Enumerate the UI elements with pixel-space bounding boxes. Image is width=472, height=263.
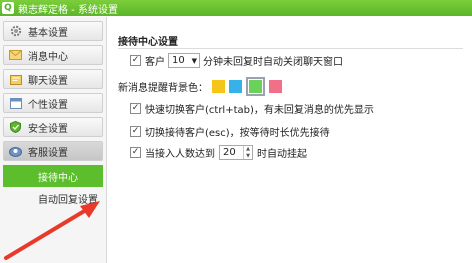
chat-folder-icon (9, 73, 22, 85)
sidebar-item-personalize[interactable]: 个性设置 (3, 93, 103, 113)
switch-client-row: ✓ 切换接待客户(esc)，按等待时长优先接待 (130, 124, 330, 139)
title-bar: Q 赖志辉定格 - 系统设置 (0, 0, 472, 16)
gear-icon (9, 25, 22, 37)
app-logo-icon: Q (2, 2, 14, 14)
color-swatch-yellow[interactable] (212, 80, 225, 93)
chevron-down-icon: ▼ (191, 57, 197, 65)
color-swatch-green[interactable] (246, 77, 265, 96)
quick-switch-row: ✓ 快速切换客户(ctrl+tab)，有未回复消息的优先显示 (130, 101, 374, 116)
quick-switch-checkbox[interactable]: ✓ (130, 103, 141, 114)
envelope-icon (9, 49, 22, 61)
color-swatch-blue[interactable] (229, 80, 242, 93)
section-divider (118, 48, 463, 49)
reminder-color-label: 新消息提醒背景色： (118, 83, 208, 94)
sidebar-item-basic[interactable]: 基本设置 (3, 21, 103, 41)
auto-close-row: ✓ 客户 10 ▼ 分钟未回复时自动关闭聊天窗口 (130, 53, 343, 68)
threshold-value: 20 (223, 147, 236, 158)
settings-sidebar: 基本设置 消息中心 聊天设置 个性设置 安全设置 客服设置 接待中心 自动回复设… (0, 17, 107, 263)
auto-suspend-row: ✓ 当接入人数达到 20 ▲ ▼ 时自动挂起 (130, 145, 307, 160)
threshold-stepper[interactable]: 20 ▲ ▼ (219, 145, 253, 160)
reminder-color-row: 新消息提醒背景色： (118, 77, 286, 96)
auto-close-prefix: 客户 (145, 57, 165, 68)
auto-suspend-prefix: 当接入人数达到 (145, 149, 215, 160)
auto-close-suffix: 分钟未回复时自动关闭聊天窗口 (203, 57, 343, 68)
auto-close-checkbox[interactable]: ✓ (130, 55, 141, 66)
switch-client-label: 切换接待客户(esc)，按等待时长优先接待 (145, 128, 330, 139)
sidebar-item-customer-service[interactable]: 客服设置 (3, 141, 103, 161)
sidebar-item-message-center[interactable]: 消息中心 (3, 45, 103, 65)
sidebar-item-label: 客服设置 (28, 147, 68, 159)
shield-icon (9, 121, 22, 133)
sidebar-item-security[interactable]: 安全设置 (3, 117, 103, 137)
sidebar-item-label: 安全设置 (28, 123, 68, 135)
sidebar-item-chat[interactable]: 聊天设置 (3, 69, 103, 89)
sidebar-item-label: 消息中心 (28, 51, 68, 63)
window-icon (9, 97, 22, 109)
auto-suspend-suffix: 时自动挂起 (257, 149, 307, 160)
minutes-select-value: 10 (172, 55, 185, 66)
stepper-down-icon[interactable]: ▼ (244, 153, 252, 160)
sidebar-item-label: 基本设置 (28, 27, 68, 39)
settings-content: 接待中心设置 ✓ 客户 10 ▼ 分钟未回复时自动关闭聊天窗口 新消息提醒背景色… (108, 17, 472, 263)
sidebar-item-label: 个性设置 (28, 99, 68, 111)
headset-icon (9, 145, 22, 157)
minutes-select[interactable]: 10 ▼ (168, 53, 200, 68)
auto-suspend-checkbox[interactable]: ✓ (130, 147, 141, 158)
quick-switch-label: 快速切换客户(ctrl+tab)，有未回复消息的优先显示 (145, 105, 374, 116)
section-title: 接待中心设置 (118, 37, 178, 48)
switch-client-checkbox[interactable]: ✓ (130, 126, 141, 137)
sidebar-subitem-auto-reply[interactable]: 自动回复设置 (3, 187, 103, 209)
window-title: 赖志辉定格 - 系统设置 (18, 4, 118, 16)
sidebar-subitem-reception-center[interactable]: 接待中心 (3, 165, 103, 187)
color-swatch-pink[interactable] (269, 80, 282, 93)
sidebar-item-label: 聊天设置 (28, 75, 68, 87)
